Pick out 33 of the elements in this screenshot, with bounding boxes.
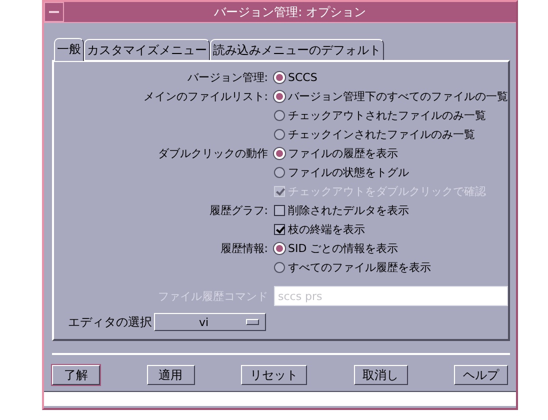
checkbox[interactable] bbox=[274, 224, 285, 235]
setting-label: 履歴グラフ: bbox=[208, 203, 269, 218]
window-title: バージョン管理: オプション bbox=[213, 4, 367, 20]
tab[interactable]: 一般 bbox=[54, 38, 84, 61]
option-label: SID ごとの情報を表示 bbox=[288, 241, 398, 256]
radio-button[interactable] bbox=[274, 262, 285, 273]
window-menu-button[interactable] bbox=[44, 2, 64, 22]
radio-button[interactable] bbox=[274, 167, 285, 178]
option-label: 削除されたデルタを表示 bbox=[288, 203, 409, 218]
option-label: ファイルの履歴を表示 bbox=[288, 146, 398, 161]
option-label: すべてのファイル履歴を表示 bbox=[288, 260, 431, 275]
option-label: ファイルの状態をトグル bbox=[288, 165, 409, 180]
tab[interactable]: カスタマイズメニュー bbox=[84, 39, 210, 60]
dialog-button[interactable]: リセット bbox=[241, 365, 307, 385]
dialog-button[interactable]: ヘルプ bbox=[454, 365, 508, 385]
option-label: バージョン管理下のすべてのファイルの一覧 bbox=[288, 89, 508, 104]
radio-button[interactable] bbox=[274, 129, 285, 140]
option-label: SCCS bbox=[288, 71, 318, 84]
option-label: チェックアウトされたファイルのみ一覧 bbox=[288, 108, 486, 123]
editor-label: エディタの選択 bbox=[67, 314, 153, 330]
dialog-button[interactable]: 了解 bbox=[52, 365, 100, 385]
setting-label: バージョン管理: bbox=[186, 70, 269, 85]
setting-label: メインのファイルリスト: bbox=[142, 89, 269, 104]
checkbox[interactable] bbox=[274, 205, 285, 216]
option-label: チェックインされたファイルのみ一覧 bbox=[288, 127, 475, 142]
dialog-button[interactable]: 取消し bbox=[354, 365, 408, 385]
editor-dropdown[interactable]: vi bbox=[154, 313, 266, 331]
radio-button[interactable] bbox=[274, 110, 285, 121]
dialog-button[interactable]: 適用 bbox=[146, 365, 194, 385]
setting-label: 履歴情報: bbox=[219, 241, 269, 256]
setting-label: ダブルクリックの動作 bbox=[157, 146, 269, 161]
tab[interactable]: 読み込みメニューのデフォルト bbox=[210, 39, 384, 60]
option-label: 枝の終端を表示 bbox=[288, 222, 365, 237]
